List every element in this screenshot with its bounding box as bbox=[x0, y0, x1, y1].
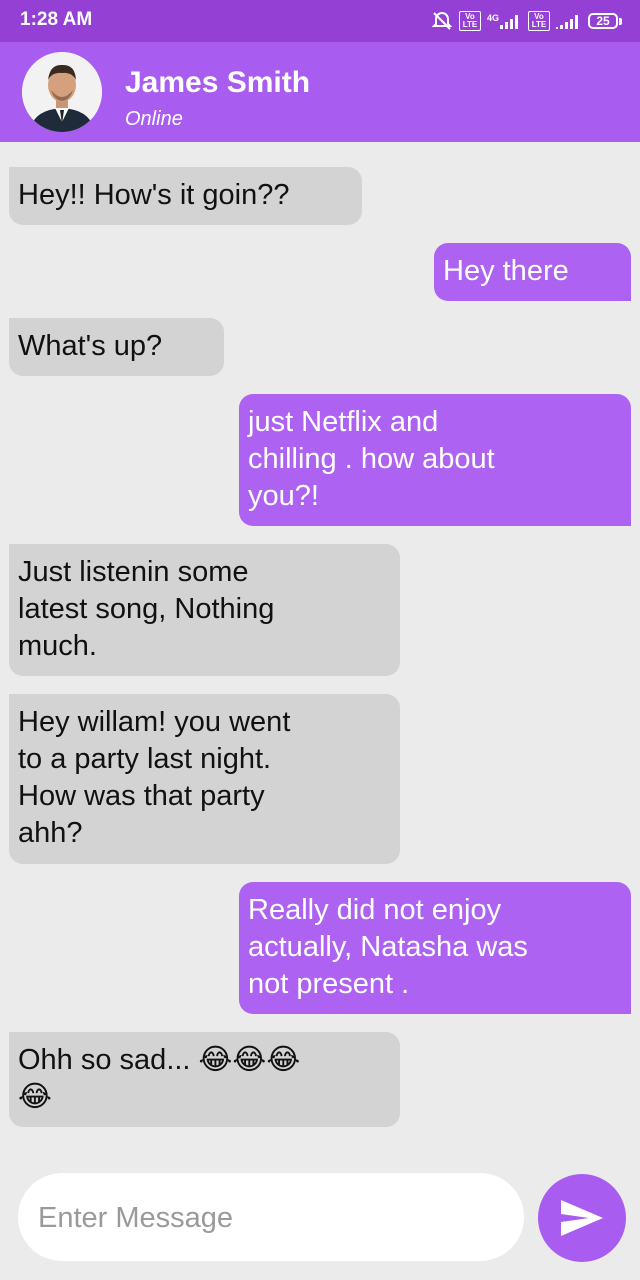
alarm-off-icon bbox=[431, 10, 453, 32]
battery-level: 25 bbox=[588, 13, 618, 29]
signal-icon-2 bbox=[556, 13, 582, 29]
contact-name: James Smith bbox=[125, 66, 311, 99]
status-icons: Vo LTE 4G Vo LTE 25 bbox=[431, 9, 622, 33]
volte-icon: Vo LTE bbox=[458, 11, 481, 31]
message-bubble-received[interactable]: Hey!! How's it goin?? bbox=[9, 167, 362, 225]
message-bubble-sent[interactable]: Really did not enjoy actually, Natasha w… bbox=[239, 882, 631, 1014]
signal-icon: 4G bbox=[487, 13, 522, 29]
message-bubble-received[interactable]: Hey willam! you went to a party last nig… bbox=[9, 694, 400, 864]
network-type-label: 4G bbox=[486, 13, 499, 23]
status-time: 1:28 AM bbox=[20, 9, 93, 30]
send-button[interactable] bbox=[538, 1174, 626, 1262]
volte-icon-2: Vo LTE bbox=[528, 11, 550, 31]
battery-icon: 25 bbox=[588, 13, 622, 29]
message-bubble-received[interactable]: What's up? bbox=[9, 318, 224, 376]
message-composer bbox=[18, 1173, 524, 1263]
message-bubble-sent[interactable]: just Netflix and chilling . how about yo… bbox=[239, 394, 631, 526]
chat-header: James Smith Online bbox=[0, 42, 640, 142]
avatar[interactable] bbox=[22, 52, 102, 132]
message-bubble-sent[interactable]: Hey there bbox=[434, 243, 631, 301]
message-input[interactable] bbox=[36, 1173, 510, 1263]
message-bubble-received[interactable]: Ohh so sad... 😂😂😂 😂 bbox=[9, 1032, 400, 1127]
contact-status: Online bbox=[125, 108, 183, 130]
send-icon bbox=[559, 1198, 605, 1238]
message-bubble-received[interactable]: Just listenin some latest song, Nothing … bbox=[9, 544, 400, 676]
status-bar: 1:28 AM Vo LTE 4G Vo LTE 25 bbox=[0, 0, 640, 42]
